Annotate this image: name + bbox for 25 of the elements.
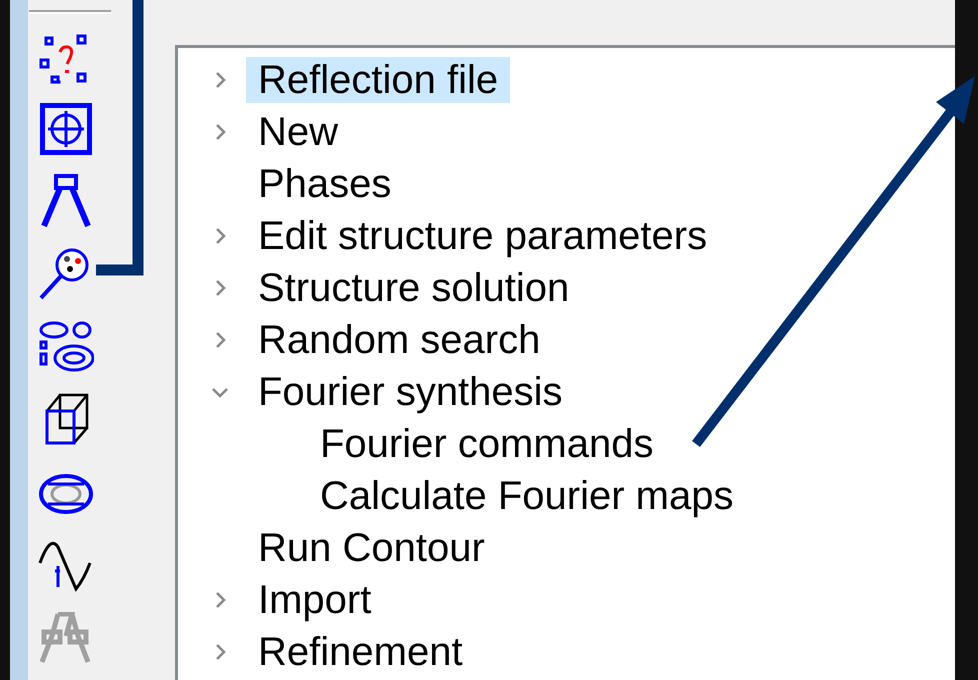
tree-item[interactable]: Run Contour (246, 525, 497, 571)
tree-row[interactable]: Calculate Fourier maps (178, 470, 955, 522)
tree-row[interactable]: Structure solution (178, 262, 955, 314)
tree-item[interactable]: Edit structure parameters (246, 213, 720, 259)
tree-item[interactable]: Structure solution (246, 265, 582, 311)
tree-item[interactable]: Random search (246, 317, 552, 363)
tree-row[interactable]: Phases (178, 158, 955, 210)
tree-item[interactable]: Import (246, 577, 384, 623)
tree-row[interactable]: Edit structure parameters (178, 210, 955, 262)
tree-item[interactable]: Reflection file (246, 57, 510, 103)
tree-item[interactable]: Phases (246, 161, 404, 207)
tree-row[interactable]: Fourier commands (178, 418, 955, 470)
tree-row[interactable]: New (178, 106, 955, 158)
tree-row[interactable]: Reflection file (178, 54, 955, 106)
tree-row[interactable]: Fourier synthesis (178, 366, 955, 418)
tree-item[interactable]: Calculate Fourier maps (308, 473, 746, 519)
tree-row[interactable]: Random search (178, 314, 955, 366)
tree-item[interactable]: New (246, 109, 350, 155)
tree-item[interactable]: Fourier synthesis (246, 369, 575, 415)
tree-row[interactable]: Refinement (178, 626, 955, 678)
tree-item[interactable]: Refinement (246, 629, 475, 675)
tree-row[interactable]: Import (178, 574, 955, 626)
tool-button[interactable] (37, 101, 95, 157)
tree-row[interactable]: Run Contour (178, 522, 955, 574)
tree-item[interactable]: Fourier commands (308, 421, 666, 467)
